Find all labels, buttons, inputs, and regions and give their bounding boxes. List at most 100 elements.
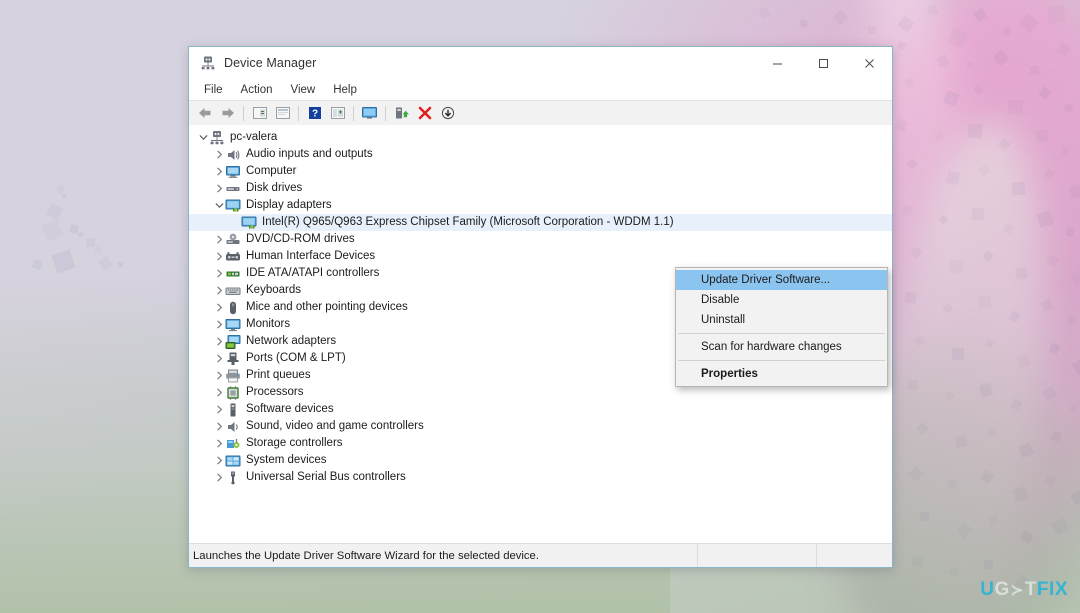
tree-item-storage-controllers[interactable]: Storage controllers bbox=[189, 435, 892, 452]
properties-window-icon[interactable] bbox=[272, 103, 293, 123]
chevron-right-icon[interactable] bbox=[213, 333, 225, 350]
ide-controller-icon bbox=[225, 266, 241, 282]
context-menu-separator bbox=[678, 333, 885, 334]
wallpaper-square bbox=[983, 559, 994, 570]
watermark-letter-u: U bbox=[980, 579, 995, 600]
printer-icon bbox=[225, 368, 241, 384]
tree-item-label: Processors bbox=[246, 386, 304, 398]
tree-item-dvd-cd-rom-drives[interactable]: DVD/CD-ROM drives bbox=[189, 231, 892, 248]
menu-file[interactable]: File bbox=[195, 82, 232, 98]
chevron-right-icon[interactable] bbox=[213, 316, 225, 333]
uninstall-device-icon[interactable] bbox=[414, 103, 435, 123]
chevron-right-icon[interactable] bbox=[213, 350, 225, 367]
chevron-right-icon[interactable] bbox=[213, 180, 225, 197]
wallpaper-square bbox=[1007, 99, 1024, 116]
ugetfix-watermark: U G ≻ T F I X bbox=[980, 579, 1068, 601]
disk-drive-icon bbox=[225, 181, 241, 197]
context-menu-item-properties[interactable]: Properties bbox=[676, 364, 887, 384]
wallpaper-square bbox=[951, 347, 965, 361]
chevron-right-icon[interactable] bbox=[213, 469, 225, 486]
display-adapter-icon bbox=[241, 215, 257, 231]
menu-action[interactable]: Action bbox=[232, 82, 282, 98]
svg-text:?: ? bbox=[311, 109, 317, 120]
chevron-right-icon[interactable] bbox=[213, 418, 225, 435]
context-menu-item-uninstall[interactable]: Uninstall bbox=[676, 310, 887, 330]
help-icon[interactable]: ? bbox=[304, 103, 325, 123]
wallpaper-square bbox=[867, 25, 877, 35]
forward-arrow-icon[interactable] bbox=[217, 103, 238, 123]
update-driver-icon[interactable] bbox=[327, 103, 348, 123]
tree-item-pc-valera[interactable]: pc-valera bbox=[189, 129, 892, 146]
maximize-icon[interactable] bbox=[800, 47, 846, 79]
wallpaper-square bbox=[904, 291, 917, 304]
chevron-right-icon[interactable] bbox=[213, 435, 225, 452]
chevron-right-icon[interactable] bbox=[213, 299, 225, 316]
chevron-right-icon[interactable] bbox=[213, 452, 225, 469]
chevron-right-icon[interactable] bbox=[213, 282, 225, 299]
wallpaper-square bbox=[978, 382, 994, 398]
context-menu-item-scan-for-hardware-changes[interactable]: Scan for hardware changes bbox=[676, 337, 887, 357]
processor-icon bbox=[225, 385, 241, 401]
wallpaper-square bbox=[1046, 4, 1067, 25]
context-menu-separator bbox=[678, 360, 885, 361]
chevron-right-icon[interactable] bbox=[213, 401, 225, 418]
disable-device-icon[interactable] bbox=[437, 103, 458, 123]
context-menu-item-label: Properties bbox=[701, 368, 758, 380]
scan-for-hardware-changes-icon[interactable] bbox=[359, 103, 380, 123]
chevron-right-icon[interactable] bbox=[213, 146, 225, 163]
mouse-icon bbox=[225, 300, 241, 316]
tree-item-label: Network adapters bbox=[246, 335, 337, 347]
tree-item-label: Audio inputs and outputs bbox=[246, 148, 373, 160]
window-controls bbox=[754, 47, 892, 79]
minimize-icon[interactable] bbox=[754, 47, 800, 79]
back-arrow-icon[interactable] bbox=[194, 103, 215, 123]
update-driver-software-icon[interactable] bbox=[391, 103, 412, 123]
tree-item-computer[interactable]: Computer bbox=[189, 163, 892, 180]
chevron-right-icon[interactable] bbox=[213, 384, 225, 401]
menu-view[interactable]: View bbox=[282, 82, 325, 98]
toolbar-separator bbox=[298, 105, 299, 121]
tree-item-human-interface-devices[interactable]: Human Interface Devices bbox=[189, 248, 892, 265]
tree-item-label: pc-valera bbox=[230, 131, 278, 143]
chevron-right-icon[interactable] bbox=[213, 265, 225, 282]
tree-item-universal-serial-bus-controllers[interactable]: Universal Serial Bus controllers bbox=[189, 469, 892, 486]
show-hide-console-tree-icon[interactable] bbox=[249, 103, 270, 123]
software-device-icon bbox=[225, 402, 241, 418]
wallpaper-square bbox=[117, 261, 124, 268]
tree-item-sound-video-and-game-controllers[interactable]: Sound, video and game controllers bbox=[189, 418, 892, 435]
dvd-drive-icon bbox=[225, 232, 241, 248]
chevron-down-icon[interactable] bbox=[197, 129, 209, 146]
tree-item-label: Software devices bbox=[246, 403, 334, 415]
tree-item-intel-r-q965-q963-express-chipset-family[interactable]: Intel(R) Q965/Q963 Express Chipset Famil… bbox=[189, 214, 892, 231]
chevron-right-icon[interactable] bbox=[213, 163, 225, 180]
context-menu-item-disable[interactable]: Disable bbox=[676, 290, 887, 310]
chevron-right-icon[interactable] bbox=[213, 367, 225, 384]
window-titlebar[interactable]: Device Manager bbox=[189, 47, 892, 79]
tree-item-system-devices[interactable]: System devices bbox=[189, 452, 892, 469]
port-icon bbox=[225, 351, 241, 367]
context-menu-item-label: Scan for hardware changes bbox=[701, 341, 842, 353]
tree-item-disk-drives[interactable]: Disk drives bbox=[189, 180, 892, 197]
statusbar-pane-2 bbox=[698, 544, 817, 567]
hid-icon bbox=[225, 249, 241, 265]
wallpaper-square bbox=[966, 61, 974, 69]
statusbar: Launches the Update Driver Software Wiza… bbox=[189, 543, 892, 567]
chevron-down-icon[interactable] bbox=[213, 197, 225, 214]
context-menu-item-update-driver-software[interactable]: Update Driver Software... bbox=[676, 270, 887, 290]
tree-item-display-adapters[interactable]: Display adapters bbox=[189, 197, 892, 214]
tree-item-audio-inputs-and-outputs[interactable]: Audio inputs and outputs bbox=[189, 146, 892, 163]
tree-item-software-devices[interactable]: Software devices bbox=[189, 401, 892, 418]
storage-controller-icon bbox=[225, 436, 241, 452]
menu-help[interactable]: Help bbox=[324, 82, 366, 98]
statusbar-message: Launches the Update Driver Software Wiza… bbox=[189, 544, 698, 567]
chevron-right-icon[interactable] bbox=[213, 248, 225, 265]
computer-icon bbox=[225, 164, 241, 180]
wallpaper-square bbox=[955, 435, 968, 448]
close-icon[interactable] bbox=[846, 47, 892, 79]
chevron-right-icon[interactable] bbox=[213, 231, 225, 248]
context-menu[interactable]: Update Driver Software... Disable Uninstal… bbox=[675, 267, 888, 387]
toolbar-separator bbox=[385, 105, 386, 121]
keyboard-icon bbox=[225, 283, 241, 299]
tree-item-label: Print queues bbox=[246, 369, 311, 381]
wallpaper-square bbox=[1011, 181, 1026, 196]
